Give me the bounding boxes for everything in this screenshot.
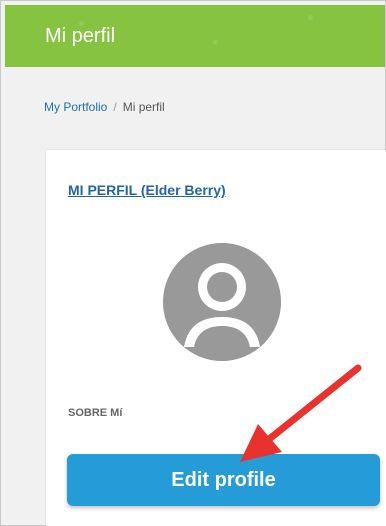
breadcrumb-home-link[interactable]: My Portfolio bbox=[44, 100, 107, 114]
page-title: Mi perfil bbox=[45, 25, 116, 47]
default-user-avatar-icon bbox=[163, 243, 281, 361]
profile-title-link[interactable]: MI PERFIL (Elder Berry) bbox=[68, 182, 226, 198]
avatar bbox=[163, 243, 281, 361]
breadcrumb-separator: / bbox=[113, 100, 117, 114]
breadcrumb-current: Mi perfil bbox=[122, 100, 165, 114]
edit-profile-button[interactable]: Edit profile bbox=[67, 454, 380, 506]
about-label: SOBRE Mí bbox=[68, 407, 123, 419]
breadcrumb: My Portfolio / Mi perfil bbox=[44, 100, 165, 114]
page-header: Mi perfil bbox=[5, 5, 385, 67]
